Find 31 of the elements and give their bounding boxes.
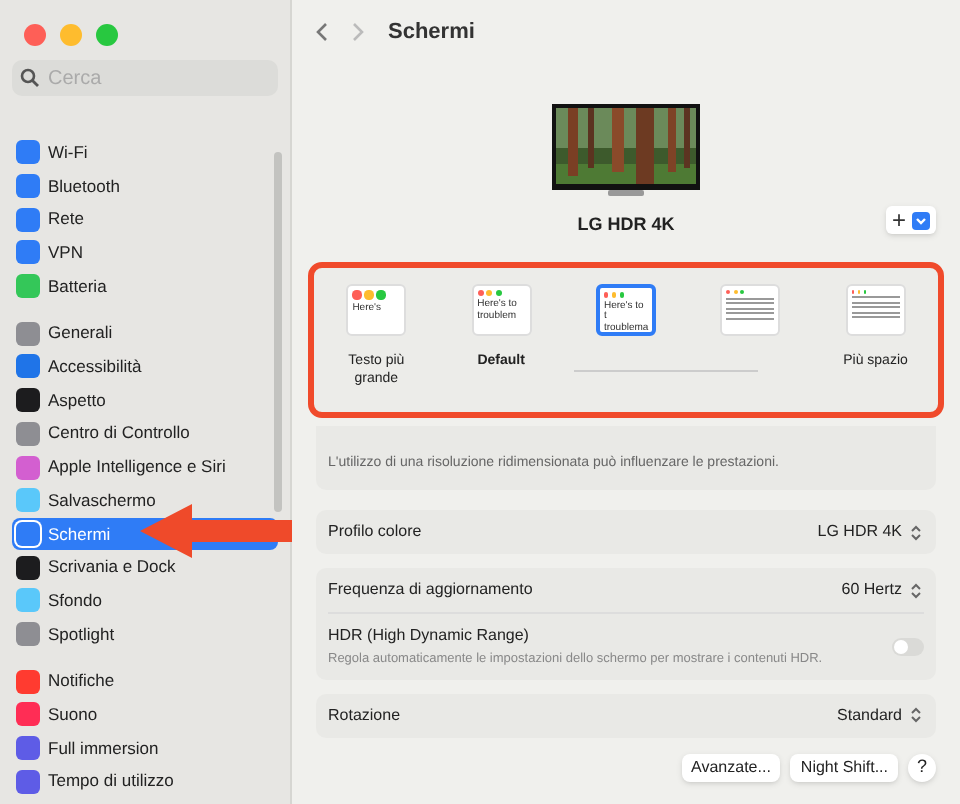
sidebar-item[interactable]: Full immersion: [12, 731, 278, 765]
action-button[interactable]: Night Shift...: [790, 753, 898, 782]
sidebar-item[interactable]: Accessibilità: [12, 350, 278, 384]
action-button[interactable]: Avanzate...: [681, 753, 781, 782]
help-button[interactable]: ?: [908, 753, 936, 782]
sidebar-item[interactable]: Tempo di utilizzo: [12, 764, 278, 799]
sidebar-item[interactable]: Bluetooth: [12, 169, 278, 203]
setting-label: Rotazione: [328, 703, 401, 728]
sidebar-item[interactable]: Batteria: [12, 269, 278, 303]
popup-button[interactable]: LG HDR 4K: [817, 520, 924, 544]
sidebar-item[interactable]: Wi-Fi: [12, 136, 278, 170]
popup-button[interactable]: Standard: [837, 703, 924, 728]
window-title: Schermi: [388, 17, 475, 48]
sidebar-item[interactable]: Spotlight: [12, 617, 278, 651]
setting-label: Profilo colore: [328, 520, 422, 544]
sidebar-item[interactable]: Sfondo: [12, 583, 278, 618]
add-display-button[interactable]: +: [885, 206, 936, 234]
setting-label: Frequenza di aggiornamento: [328, 578, 533, 602]
setting-label: HDR (High Dynamic Range): [328, 624, 531, 648]
sidebar-item[interactable]: Rete: [12, 202, 278, 237]
sidebar-item[interactable]: VPN: [12, 236, 278, 270]
sidebar-item[interactable]: Notifiche: [12, 664, 278, 698]
sidebar-item[interactable]: Suono: [12, 698, 278, 732]
sidebar-item[interactable]: Scrivania e Dock: [12, 550, 278, 584]
sidebar-item[interactable]: Salvaschermo: [12, 483, 278, 518]
sidebar-item[interactable]: Centro di Controllo: [12, 417, 278, 451]
display-name: LG HDR 4K: [577, 212, 675, 238]
sidebar-item[interactable]: Apple Intelligence e Siri: [12, 450, 278, 484]
popup-button[interactable]: 60 Hertz: [841, 578, 924, 602]
sidebar-item[interactable]: Aspetto: [12, 383, 278, 417]
sidebar-item[interactable]: Generali: [12, 316, 278, 351]
